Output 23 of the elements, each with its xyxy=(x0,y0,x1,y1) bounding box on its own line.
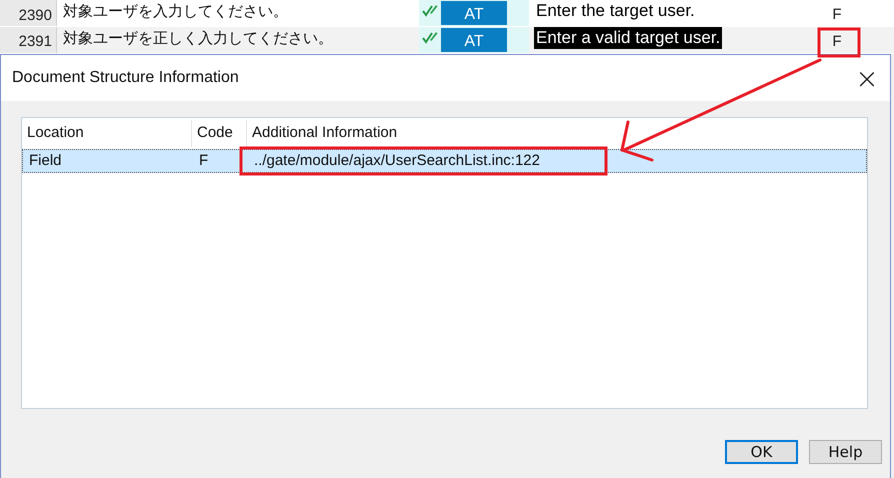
column-header[interactable]: Code xyxy=(192,120,247,147)
table-cell: ../gate/module/ajax/UserSearchList.inc:122 xyxy=(254,152,540,169)
tag-label: AT xyxy=(441,28,507,52)
column-header[interactable]: Additional Information xyxy=(247,120,867,147)
list-row[interactable]: Field F ../gate/module/ajax/UserSearchList.inc:122 xyxy=(22,149,867,173)
table-cell: Enter a valid target user. xyxy=(534,27,722,49)
table-cell-text: Enter the target user. xyxy=(535,0,696,22)
tag-label: AT xyxy=(441,1,507,25)
ok-button[interactable]: OK xyxy=(725,440,798,464)
close-button[interactable]: × xyxy=(844,55,890,101)
table-cell-text: 対象ユーザを入力してください。 xyxy=(62,1,289,22)
table-cell-text: 対象ユーザを正しく入力してください。 xyxy=(62,28,334,49)
column-header[interactable]: Location xyxy=(22,120,192,147)
table-cell-text: F xyxy=(831,32,843,52)
help-button[interactable]: Help xyxy=(809,440,882,464)
row-number: 2390 xyxy=(0,0,57,26)
highlight-frame xyxy=(818,28,860,58)
table-cell-text: F xyxy=(831,5,843,25)
table-cell: F xyxy=(199,152,208,169)
window-title: Document Structure Information xyxy=(12,69,239,87)
grid-row[interactable]: 2391 対象ユーザを正しく入力してください。 AT Enter a valid target user. F xyxy=(0,27,894,54)
row-number: 2391 xyxy=(0,27,57,53)
table-cell: Field xyxy=(29,152,62,169)
